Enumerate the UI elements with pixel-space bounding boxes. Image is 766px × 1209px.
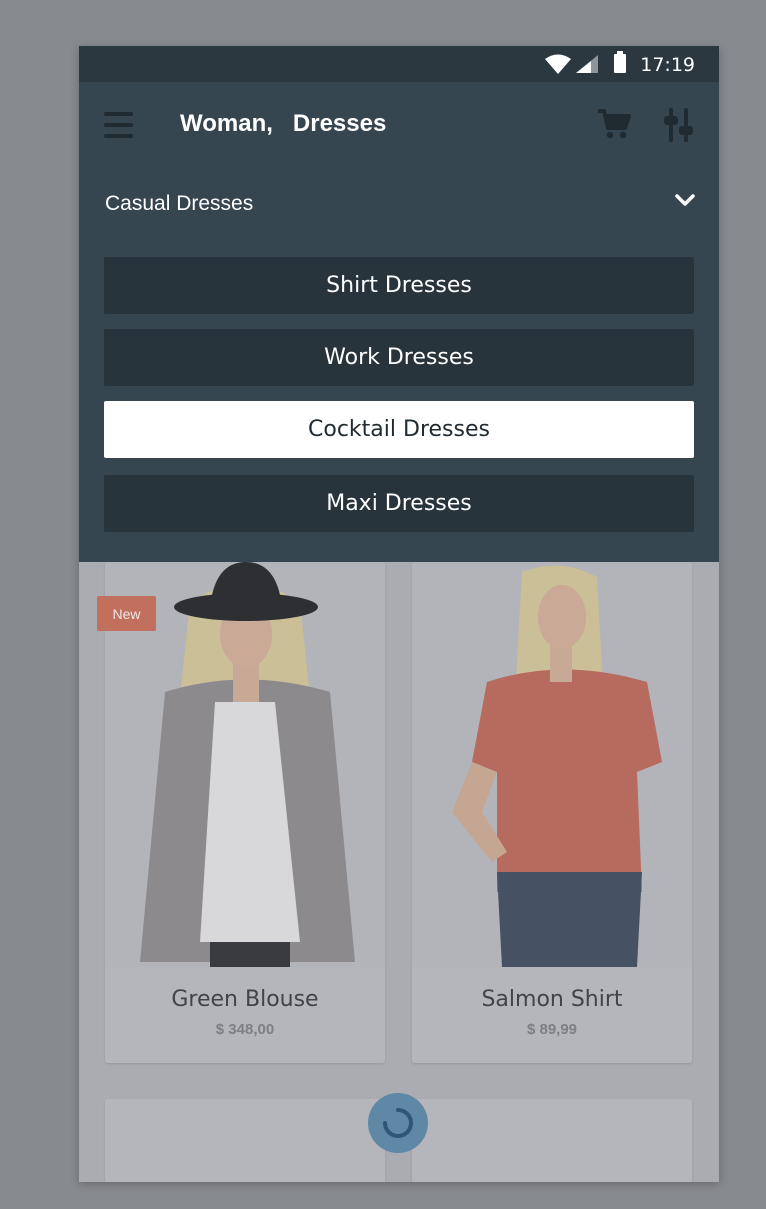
product-name: Green Blouse <box>171 987 319 1012</box>
page-title: Woman, Dresses <box>180 110 387 137</box>
product-price: $ 348,00 <box>215 1021 275 1038</box>
menu-icon[interactable] <box>104 112 133 138</box>
loading-spinner <box>368 1093 428 1153</box>
category-option-maxi-dresses[interactable]: Maxi Dresses <box>104 475 694 532</box>
category-option-shirt-dresses[interactable]: Shirt Dresses <box>104 257 694 314</box>
category-option-work-dresses[interactable]: Work Dresses <box>104 329 694 386</box>
phone-screen: 17:19 Woman, Dresses Casual Dresses Shir… <box>79 46 719 1182</box>
product-card[interactable]: Green Blouse $ 348,00 <box>105 562 385 1063</box>
signal-icon <box>576 55 598 73</box>
category-dropdown[interactable]: Casual Dresses <box>105 184 695 220</box>
status-bar: 17:19 <box>79 46 719 82</box>
product-card-placeholder <box>412 1099 692 1182</box>
product-image <box>412 562 692 967</box>
battery-icon <box>614 51 626 73</box>
category-dropdown-value: Casual Dresses <box>105 192 254 215</box>
status-time: 17:19 <box>640 54 695 76</box>
product-price: $ 89,99 <box>526 1021 578 1038</box>
category-option-cocktail-dresses[interactable]: Cocktail Dresses <box>104 401 694 458</box>
cart-icon[interactable] <box>597 108 631 140</box>
new-badge: New <box>97 596 156 631</box>
wifi-icon <box>545 54 571 74</box>
product-card[interactable]: Salmon Shirt $ 89,99 <box>412 562 692 1063</box>
app-bar: Woman, Dresses Casual Dresses Shirt Dres… <box>79 82 719 562</box>
filter-sliders-icon[interactable] <box>664 108 694 142</box>
product-name: Salmon Shirt <box>481 987 623 1012</box>
spinner-arc-icon <box>383 1108 413 1138</box>
product-card-placeholder <box>105 1099 385 1182</box>
chevron-down-icon <box>675 194 695 206</box>
